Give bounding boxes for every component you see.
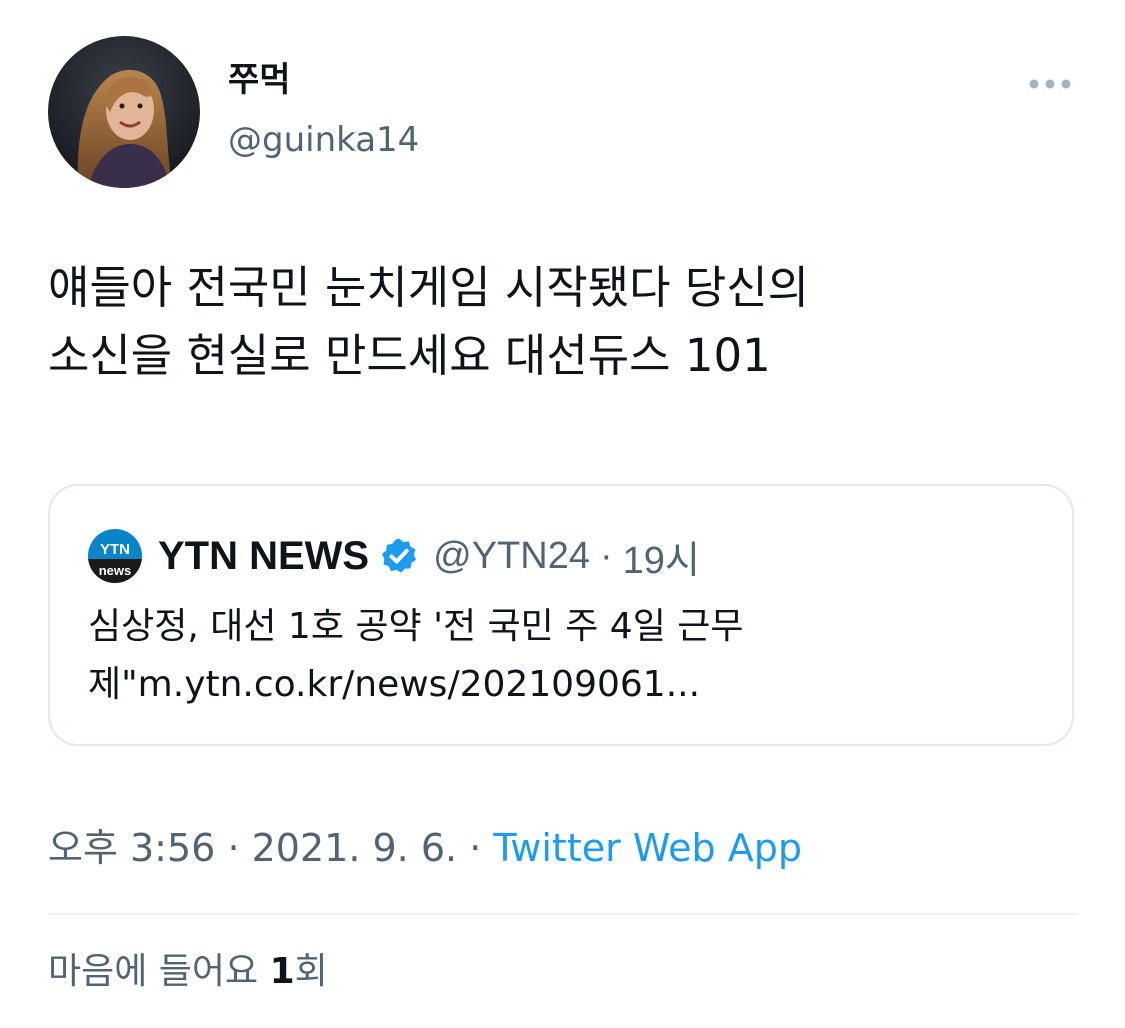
tweet-text: 얘들아 전국민 눈치게임 시작됐다 당신의 소신을 현실로 만드세요 대선듀스 … <box>48 261 810 382</box>
meta-separator-2: · <box>469 826 482 870</box>
author-handle[interactable]: @guinka14 <box>228 118 419 162</box>
quoted-tweet-card[interactable]: YTN news YTN NEWS @YTN24 · 19시 심상정, 대선 1… <box>48 484 1074 746</box>
verified-badge-icon <box>379 536 419 576</box>
meta-separator: · <box>227 826 240 870</box>
more-options-button[interactable] <box>1022 62 1078 106</box>
tweet-date[interactable]: 2021. 9. 6. <box>252 826 457 870</box>
likes-suffix: 회 <box>294 951 328 992</box>
author-display-name[interactable]: 쭈먹 <box>228 58 291 102</box>
avatar[interactable] <box>48 36 200 188</box>
quoted-tweet-header: YTN news YTN NEWS @YTN24 · 19시 <box>88 528 700 584</box>
quoted-meta-separator: · <box>599 534 613 577</box>
tweet-time[interactable]: 오후 3:56 <box>48 826 215 870</box>
quoted-tweet-text: 심상정, 대선 1호 공약 '전 국민 주 4일 근무 제"m.ytn.co.k… <box>88 606 744 705</box>
tweet-source-link[interactable]: Twitter Web App <box>493 826 802 870</box>
more-dots-icon <box>1029 79 1071 89</box>
quoted-author-handle: @YTN24 <box>433 534 590 577</box>
tweet-meta: 오후 3:56 · 2021. 9. 6. · Twitter Web App <box>48 822 802 874</box>
quoted-author-name: YTN NEWS <box>158 533 370 578</box>
svg-text:YTN: YTN <box>100 541 130 558</box>
divider <box>48 913 1078 915</box>
svg-text:news: news <box>99 563 132 578</box>
likes-count: 1 <box>269 951 295 992</box>
ytn-logo: YTN news <box>88 529 142 583</box>
likes-prefix: 마음에 들어요 <box>48 951 270 992</box>
profile-photo <box>48 36 200 188</box>
likes-count-link[interactable]: 마음에 들어요 1회 <box>48 946 328 998</box>
quoted-tweet-time: 19시 <box>622 539 700 582</box>
